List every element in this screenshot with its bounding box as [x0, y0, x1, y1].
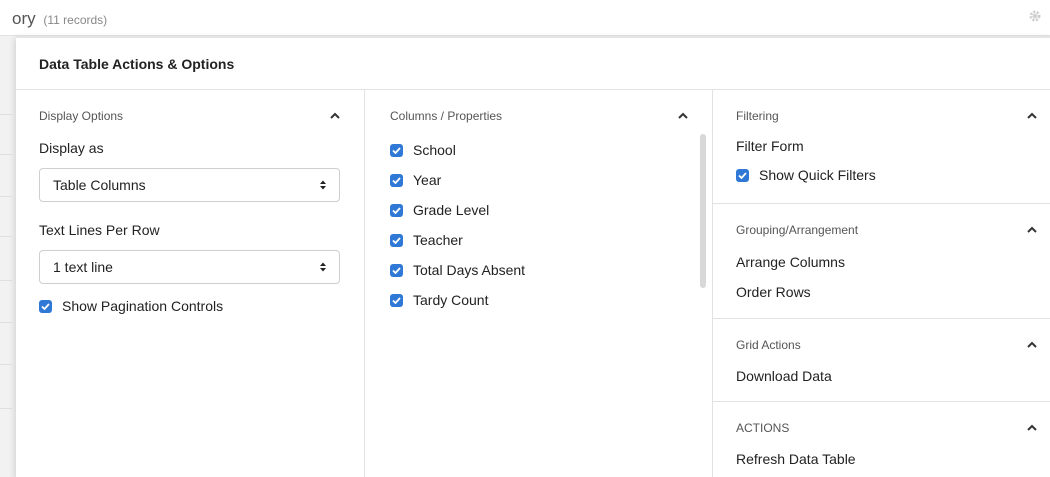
grouping-title: Grouping/Arrangement: [736, 223, 859, 237]
data-table-options-panel: Data Table Actions & Options Display Opt…: [16, 36, 1050, 477]
checkmark-icon[interactable]: [390, 263, 403, 277]
record-count: (11 records): [43, 13, 108, 27]
column-checkbox-total-days-absent[interactable]: Total Days Absent: [390, 262, 712, 278]
columns-properties-title: Columns / Properties: [390, 109, 503, 123]
chevron-up-icon[interactable]: [329, 111, 341, 121]
chevron-up-icon[interactable]: [1026, 225, 1038, 235]
display-as-label: Display as: [39, 140, 104, 156]
background-table-edge: [0, 36, 16, 477]
checkmark-icon[interactable]: [390, 293, 403, 307]
refresh-data-table-link[interactable]: Refresh Data Table: [736, 451, 1038, 467]
columns-scrollbar[interactable]: [700, 134, 706, 318]
columns-properties-section: Columns / Properties School Year Grade L…: [365, 90, 713, 477]
column-label: Tardy Count: [413, 292, 489, 308]
show-quick-filters-label: Show Quick Filters: [759, 167, 876, 183]
column-label: Teacher: [413, 232, 463, 248]
chevron-up-icon[interactable]: [1026, 340, 1038, 350]
order-rows-link[interactable]: Order Rows: [736, 284, 1038, 300]
filtering-section: Filtering Filter Form Show Quick Filters: [713, 90, 1050, 204]
display-as-select[interactable]: Table Columns: [39, 168, 340, 202]
chevron-up-icon[interactable]: [1026, 423, 1038, 433]
grouping-section: Grouping/Arrangement Arrange Columns Ord…: [713, 204, 1050, 319]
checkmark-icon[interactable]: [390, 143, 403, 157]
display-options-section: Display Options Display as Table Columns…: [16, 90, 365, 477]
show-pagination-label: Show Pagination Controls: [62, 298, 224, 314]
arrange-columns-link[interactable]: Arrange Columns: [736, 254, 1038, 270]
text-lines-select[interactable]: 1 text line: [39, 250, 340, 284]
columns-properties-header[interactable]: Columns / Properties: [390, 106, 712, 126]
page-header: ory (11 records): [0, 0, 1050, 36]
column-label: Total Days Absent: [413, 262, 526, 278]
options-columns: Display Options Display as Table Columns…: [16, 90, 1050, 477]
page-title-text: ory: [12, 9, 36, 28]
text-lines-value: 1 text line: [53, 259, 113, 275]
filtering-header[interactable]: Filtering: [736, 106, 1038, 126]
column-checkbox-school[interactable]: School: [390, 142, 712, 158]
column-checkbox-grade-level[interactable]: Grade Level: [390, 202, 712, 218]
checkmark-icon[interactable]: [390, 173, 403, 187]
chevron-up-icon[interactable]: [677, 111, 689, 121]
text-lines-label: Text Lines Per Row: [39, 222, 160, 238]
select-arrows-icon: [319, 261, 327, 273]
select-arrows-icon: [319, 179, 327, 191]
grid-actions-section: Grid Actions Download Data: [713, 319, 1050, 402]
grid-actions-header[interactable]: Grid Actions: [736, 335, 1038, 355]
actions-column: Filtering Filter Form Show Quick Filters…: [713, 90, 1050, 477]
show-pagination-checkbox[interactable]: Show Pagination Controls: [39, 298, 341, 314]
column-checkbox-teacher[interactable]: Teacher: [390, 232, 712, 248]
actions-title: ACTIONS: [736, 421, 790, 435]
scrollbar-thumb[interactable]: [700, 134, 706, 288]
actions-header[interactable]: ACTIONS: [736, 418, 1038, 438]
column-checkbox-tardy-count[interactable]: Tardy Count: [390, 292, 712, 308]
display-as-value: Table Columns: [53, 177, 146, 193]
checkmark-icon[interactable]: [39, 299, 52, 313]
column-label: Year: [413, 172, 442, 188]
grid-actions-title: Grid Actions: [736, 338, 801, 352]
column-label: School: [413, 142, 456, 158]
display-options-header[interactable]: Display Options: [39, 106, 341, 126]
panel-header: Data Table Actions & Options: [16, 38, 1050, 90]
page-title: ory (11 records): [12, 9, 107, 29]
grouping-header[interactable]: Grouping/Arrangement: [736, 220, 1038, 240]
checkmark-icon[interactable]: [736, 168, 749, 182]
checkmark-icon[interactable]: [390, 233, 403, 247]
column-checkbox-year[interactable]: Year: [390, 172, 712, 188]
chevron-up-icon[interactable]: [1026, 111, 1038, 121]
show-quick-filters-checkbox[interactable]: Show Quick Filters: [736, 167, 1038, 183]
actions-section: ACTIONS Refresh Data Table: [713, 402, 1050, 477]
display-options-title: Display Options: [39, 109, 124, 123]
download-data-link[interactable]: Download Data: [736, 368, 1038, 384]
filter-form-link[interactable]: Filter Form: [736, 138, 1038, 154]
checkmark-icon[interactable]: [390, 203, 403, 217]
filtering-title: Filtering: [736, 109, 779, 123]
column-label: Grade Level: [413, 202, 490, 218]
panel-title: Data Table Actions & Options: [39, 55, 235, 72]
gear-icon[interactable]: [1028, 9, 1042, 23]
